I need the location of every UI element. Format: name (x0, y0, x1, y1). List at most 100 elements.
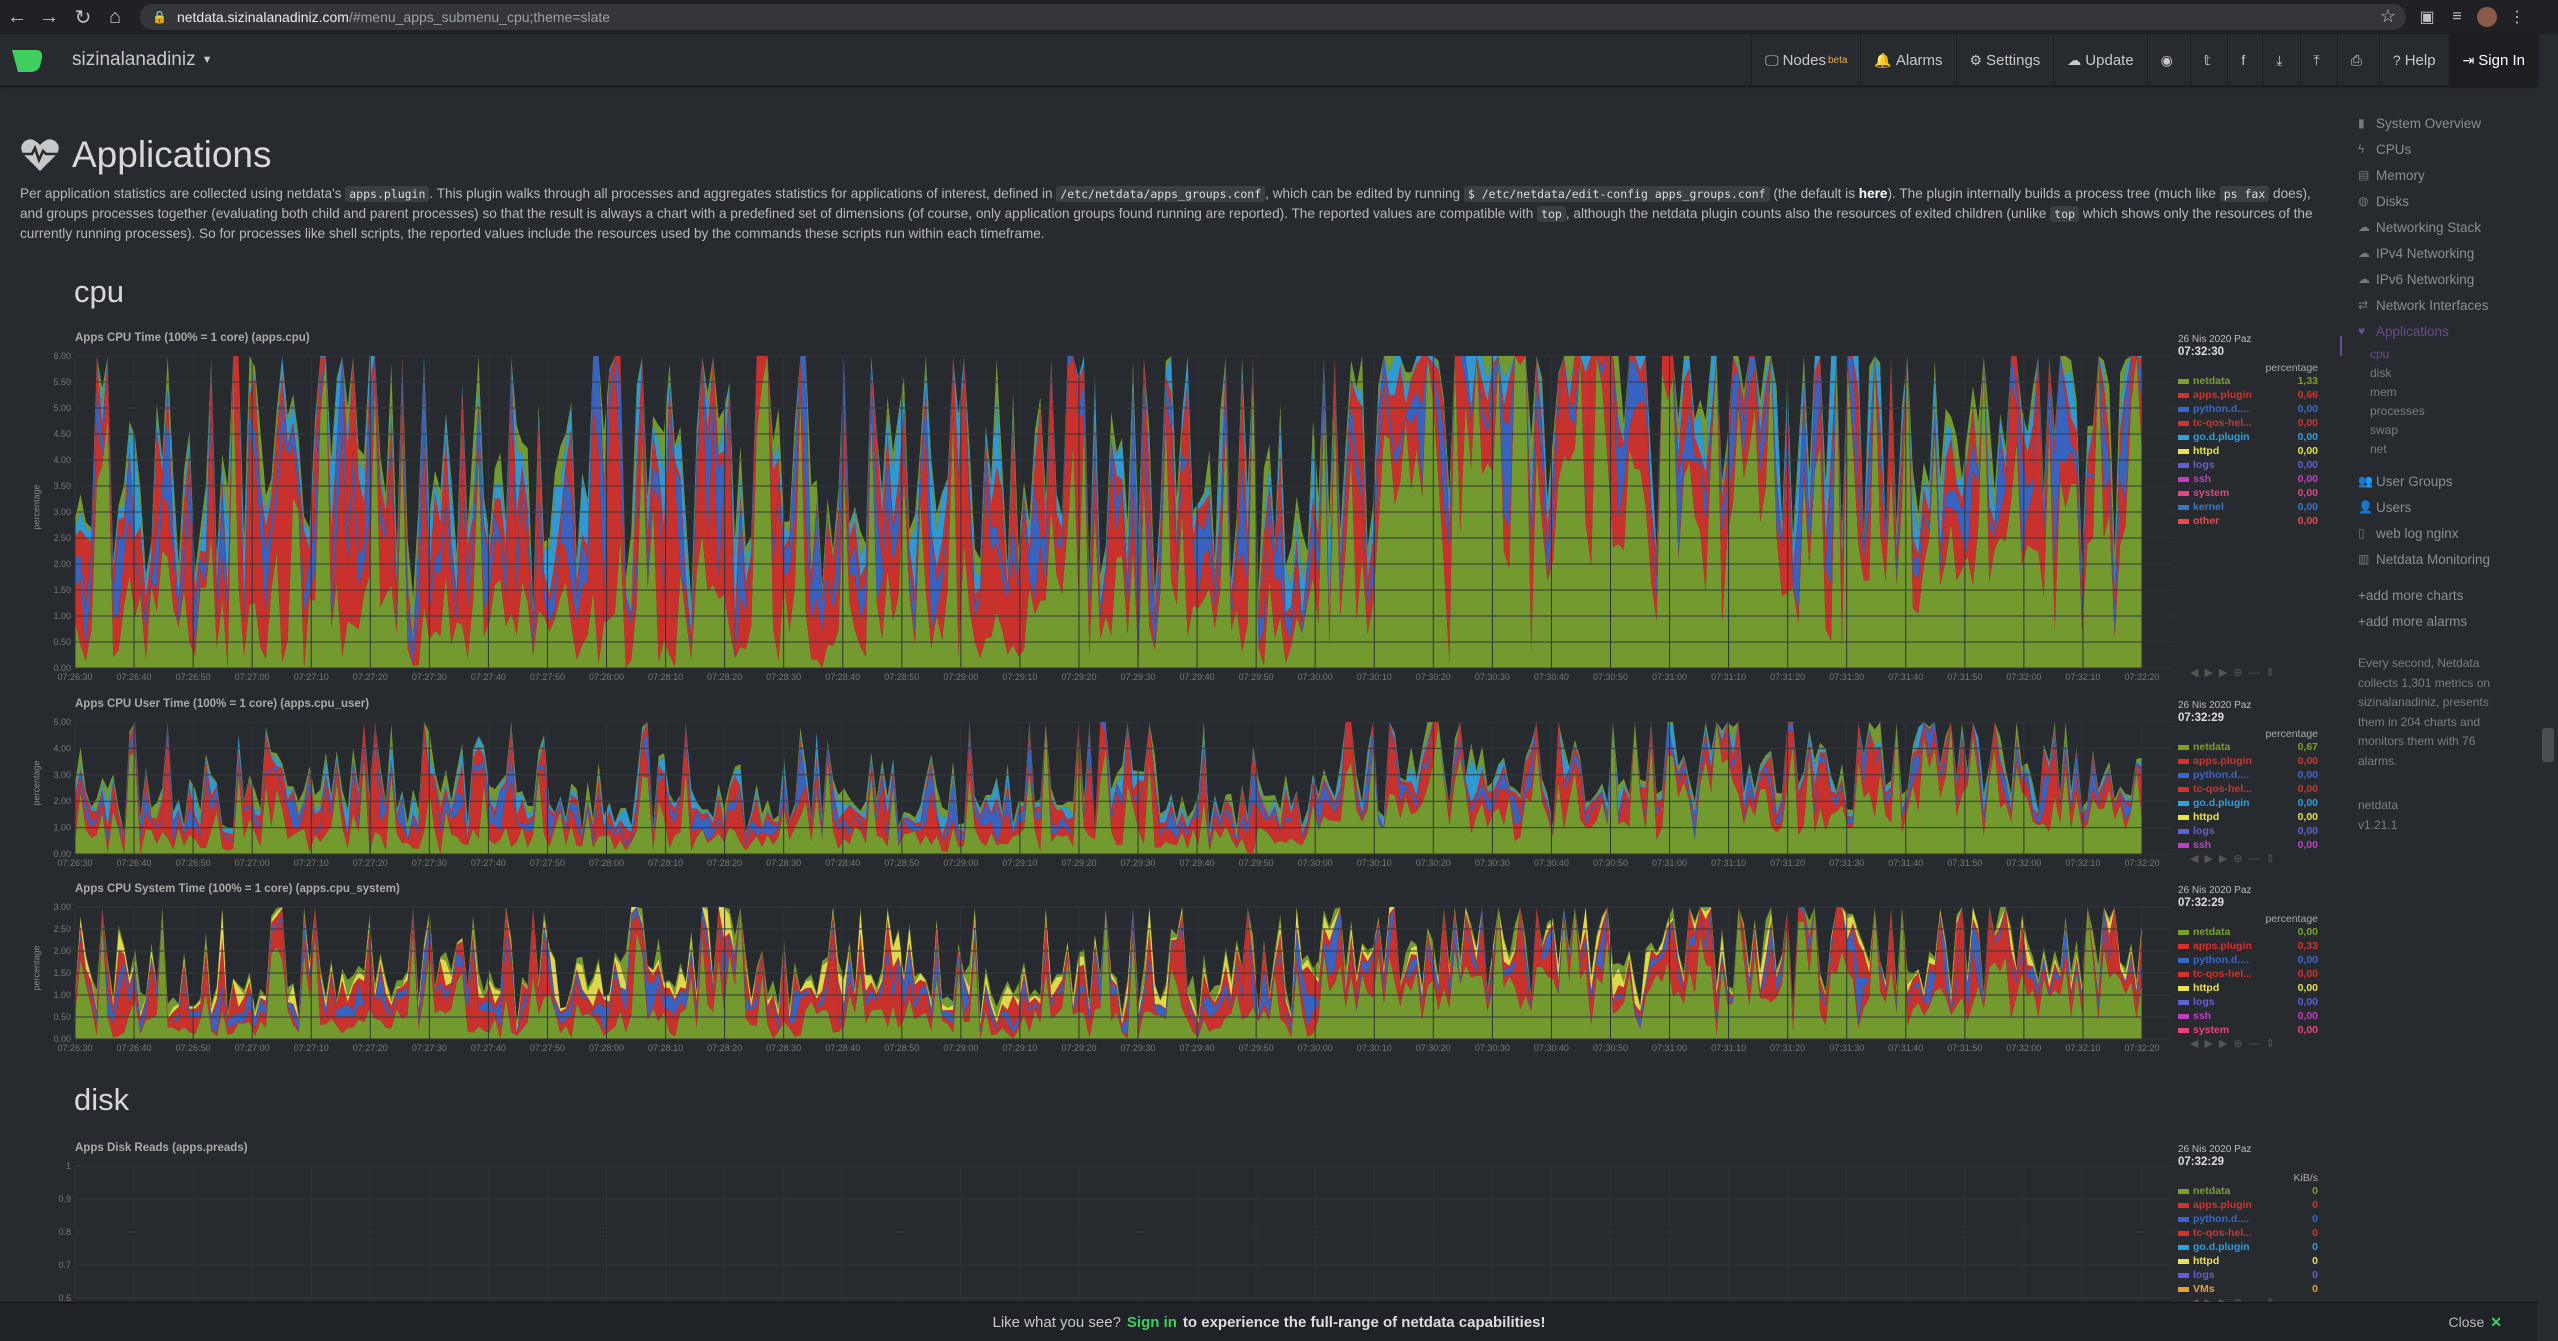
legend-item[interactable]: go.d.plugin 0 (2178, 1240, 2318, 1254)
sidebar-item-system-overview[interactable]: ▮ System Overview (2358, 110, 2538, 136)
legend-item[interactable]: logs 0,00 (2178, 995, 2318, 1009)
legend-item[interactable]: tc-qos-hel... 0,00 (2178, 782, 2318, 796)
add-more-alarms-link[interactable]: + add more alarms (2358, 608, 2538, 634)
reload-icon[interactable]: ↻ (68, 0, 98, 34)
page-scrollbar[interactable] (2538, 86, 2558, 1341)
forward-icon[interactable]: → (34, 0, 64, 34)
scrollbar-thumb[interactable] (2542, 728, 2554, 762)
github-button[interactable]: ◉ (2146, 34, 2190, 86)
upload-button[interactable]: ⤒ (2299, 34, 2337, 86)
legend-value: 0,00 (2297, 811, 2318, 823)
banner-signin-link[interactable]: Sign in (1127, 1314, 1177, 1331)
legend-item[interactable]: tc-qos-hel... 0,00 (2178, 416, 2318, 430)
bookmark-star-icon[interactable]: ☆ (2380, 6, 2396, 27)
sidebar-sub-swap[interactable]: swap (2358, 420, 2538, 439)
sidebar-sub-cpu[interactable]: cpu (2358, 344, 2538, 363)
chart-plot[interactable]: 6.00 5.50 5.00 4.50 4.00 3.50 3.00 2.50 2.00 1.50… (20, 332, 2180, 688)
chart-apps-cpu[interactable]: Apps CPU Time (100% = 1 core) (apps.cpu)… (20, 332, 2320, 692)
playlist-icon[interactable]: ≡ (2442, 0, 2472, 34)
legend-item[interactable]: netdata 0,00 (2178, 925, 2318, 939)
sidebar-item-memory[interactable]: ▤ Memory (2358, 162, 2538, 188)
legend-item[interactable]: httpd 0,00 (2178, 810, 2318, 824)
profile-avatar[interactable] (2472, 0, 2502, 34)
chart-plot[interactable]: 10.90.80.70.607:26:3007:26:4007:26:5007:… (20, 1142, 2180, 1318)
legend-item[interactable]: python.d.... 0 (2178, 1212, 2318, 1226)
legend-item[interactable]: tc-qos-hel... 0,00 (2178, 967, 2318, 981)
chart-toolbox[interactable]: ◀▶▶⊕—⇕ (2190, 852, 2281, 865)
legend-item[interactable]: logs 0,00 (2178, 458, 2318, 472)
legend-item[interactable]: netdata 0 (2178, 1184, 2318, 1198)
legend-item[interactable]: tc-qos-hel... 0 (2178, 1226, 2318, 1240)
chart-plot[interactable]: 3.002.502.001.501.000.500.0007:26:30 07:2… (20, 883, 2180, 1059)
legend-item[interactable]: netdata 1,33 (2178, 374, 2318, 388)
chart-toolbox[interactable]: ◀▶▶⊕—⇕ (2190, 666, 2281, 679)
sidebar-item-netdata-monitoring[interactable]: ▥ Netdata Monitoring (2358, 546, 2538, 572)
sidebar-sub-processes[interactable]: processes (2358, 401, 2538, 420)
chart-apps-disk-reads[interactable]: Apps Disk Reads (apps.preads) 1 0.9 0.8 0.7 0… (20, 1142, 2320, 1312)
address-bar[interactable]: 🔒 netdata.sizinalanadiniz.com/#menu_apps… (140, 4, 2406, 30)
legend-item[interactable]: httpd 0 (2178, 1254, 2318, 1268)
download-button[interactable]: ⤓ (2262, 34, 2299, 86)
sidebar-item-users[interactable]: 👤 Users (2358, 494, 2538, 520)
nav-alarms[interactable]: 🔔 Alarms (1860, 34, 1955, 86)
legend-item[interactable]: go.d.plugin 0,00 (2178, 796, 2318, 810)
nav-update[interactable]: ☁ Update (2053, 34, 2146, 86)
facebook-button[interactable]: f (2227, 34, 2262, 86)
legend-item[interactable]: apps.plugin 0,33 (2178, 939, 2318, 953)
sidebar-item-web-log-nginx[interactable]: ▯ web log nginx (2358, 520, 2538, 546)
sidebar-item-disks[interactable]: ◍ Disks (2358, 188, 2538, 214)
twitter-button[interactable]: 𝕥 (2189, 34, 2228, 86)
nav-nodes[interactable]: 🖵 Nodes beta (1751, 34, 1860, 86)
legend-item[interactable]: python.d.... 0,00 (2178, 768, 2318, 782)
x-tick-label: 07:29:10 (1002, 1043, 1037, 1053)
chart-plot[interactable]: 5.004.003.002.001.000.0007:26:30 07:26:40… (20, 698, 2180, 874)
legend-item[interactable]: logs 0 (2178, 1268, 2318, 1282)
legend-item[interactable]: ssh 0,00 (2178, 838, 2318, 852)
intro-link-here[interactable]: here (1859, 186, 1888, 201)
legend-item[interactable]: kernel 0,00 (2178, 500, 2318, 514)
sidebar-item-networking-stack[interactable]: ☁ Networking Stack (2358, 214, 2538, 240)
x-tick-label: 07:30:10 (1357, 1043, 1392, 1053)
legend-item[interactable]: apps.plugin 0,66 (2178, 388, 2318, 402)
legend-item[interactable]: ssh 0,00 (2178, 472, 2318, 486)
legend-item[interactable]: logs 0,00 (2178, 824, 2318, 838)
back-icon[interactable]: ← (2, 0, 32, 34)
sidebar-item-ipv6[interactable]: ☁ IPv6 Networking (2358, 266, 2538, 292)
legend-item[interactable]: other 0,00 (2178, 514, 2318, 528)
chart-toolbox[interactable]: ◀▶▶⊕—⇕ (2190, 1037, 2281, 1050)
browser-menu-icon[interactable]: ⋮ (2502, 0, 2532, 34)
nav-signin[interactable]: ⇥ Sign In (2448, 34, 2538, 86)
legend-item[interactable]: apps.plugin 0 (2178, 1198, 2318, 1212)
legend-item[interactable]: httpd 0,00 (2178, 981, 2318, 995)
sidebar-item-cpus[interactable]: ϟ CPUs (2358, 136, 2538, 162)
legend-item[interactable]: netdata 0,67 (2178, 740, 2318, 754)
translate-icon[interactable]: ▣ (2412, 0, 2442, 34)
legend-item[interactable]: python.d.... 0,00 (2178, 953, 2318, 967)
x-tick-label: 07:28:30 (766, 672, 801, 682)
legend-item[interactable]: ssh 0,00 (2178, 1009, 2318, 1023)
legend-item[interactable]: go.d.plugin 0,00 (2178, 430, 2318, 444)
chart-apps-cpu-user[interactable]: Apps CPU User Time (100% = 1 core) (apps… (20, 698, 2320, 878)
sidebar-item-applications[interactable]: ♥ Applications (2358, 318, 2538, 344)
nav-settings[interactable]: ⚙ Settings (1955, 34, 2054, 86)
nav-help[interactable]: ? Help (2378, 34, 2449, 86)
brand-hostname[interactable]: sizinalanadiniz ▼ (72, 49, 212, 71)
sidebar-sub-disk[interactable]: disk (2358, 363, 2538, 382)
legend-item[interactable]: python.d.... 0,00 (2178, 402, 2318, 416)
legend-item[interactable]: httpd 0,00 (2178, 444, 2318, 458)
sidebar-sub-net[interactable]: net (2358, 439, 2538, 458)
legend-item[interactable]: VMs 0 (2178, 1282, 2318, 1296)
banner-close-button[interactable]: Close ✕ (2448, 1314, 2502, 1331)
home-icon[interactable]: ⌂ (100, 0, 130, 34)
sidebar-item-user-groups[interactable]: 👥 User Groups (2358, 468, 2538, 494)
sidebar-item-ipv4[interactable]: ☁ IPv4 Networking (2358, 240, 2538, 266)
add-more-charts-link[interactable]: + add more charts (2358, 582, 2538, 608)
legend-item[interactable]: system 0,00 (2178, 486, 2318, 500)
chart-apps-cpu-system[interactable]: Apps CPU System Time (100% = 1 core) (ap… (20, 883, 2320, 1063)
legend-item[interactable]: apps.plugin 0,00 (2178, 754, 2318, 768)
sidebar-item-network-interfaces[interactable]: ⇄ Network Interfaces (2358, 292, 2538, 318)
netdata-logo[interactable] (10, 48, 44, 74)
print-button[interactable]: ⎙ (2336, 34, 2379, 86)
sidebar-sub-mem[interactable]: mem (2358, 382, 2538, 401)
legend-item[interactable]: system 0,00 (2178, 1023, 2318, 1037)
